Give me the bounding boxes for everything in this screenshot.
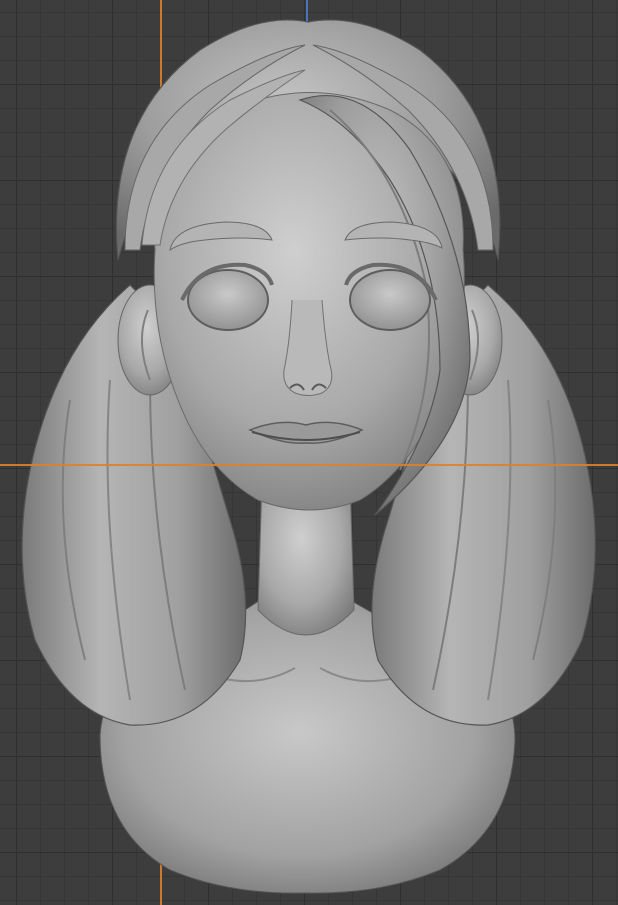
sculpt-model[interactable] xyxy=(0,0,618,905)
x-axis-line xyxy=(0,464,618,466)
3d-viewport[interactable] xyxy=(0,0,618,905)
